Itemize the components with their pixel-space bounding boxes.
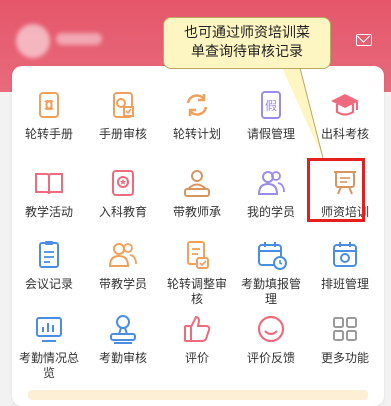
callout-line-2: 单查询待审核记录: [191, 44, 303, 60]
menu-item-label: 教学活动: [24, 205, 73, 219]
menu-item-department-exam[interactable]: 出科考核: [308, 88, 382, 142]
graduation-cap-icon: [331, 94, 359, 116]
svg-text:假: 假: [265, 99, 277, 113]
menu-item-more-functions[interactable]: 更多功能: [308, 312, 382, 366]
menu-item-teaching-activity[interactable]: 教学活动: [12, 166, 86, 220]
meeting-record-icon: [39, 241, 59, 268]
menu-item-shift-schedule[interactable]: 排班管理: [308, 238, 382, 292]
open-book-icon: [35, 173, 63, 195]
callout-line-1: 也可通过师资培训菜: [184, 25, 310, 41]
menu-item-label: 会议记录: [24, 277, 73, 291]
menu-item-attendance-report[interactable]: 考勤填报管理: [234, 238, 308, 307]
menu-item-label: 出科考核: [320, 127, 369, 141]
attendance-report-icon: [258, 242, 287, 270]
menu-item-leave-management[interactable]: 假 请假管理: [234, 88, 308, 142]
menu-item-rotation-manual[interactable]: 轮转手册: [12, 88, 86, 142]
attendance-overview-icon: [36, 317, 62, 342]
menu-item-label: 带教师承: [172, 205, 221, 219]
menu-item-meeting-record[interactable]: 会议记录: [12, 238, 86, 292]
menu-item-label: 排班管理: [320, 277, 369, 291]
menu-item-label: 入科教育: [98, 205, 147, 219]
menu-item-label: 我的学员: [246, 205, 295, 219]
thumbs-up-icon: [184, 315, 211, 342]
menu-item-label: 考勤审核: [98, 351, 147, 365]
department-education-icon: [112, 170, 134, 196]
menu-item-label: 请假管理: [246, 127, 295, 141]
manual-review-icon: [113, 92, 134, 118]
callout-tooltip: 也可通过师资培训菜 单查询待审核记录: [163, 17, 331, 69]
menu-item-label: 轮转计划: [172, 127, 221, 141]
rotation-plan-icon: [186, 94, 208, 116]
user-name-blurred: [56, 33, 102, 45]
avatar[interactable]: [16, 24, 50, 58]
menu-item-evaluation[interactable]: 评价: [160, 312, 234, 366]
menu-item-rotation-adjust-review[interactable]: 轮转调整审核: [160, 238, 234, 307]
rotation-adjust-review-icon: [187, 241, 209, 269]
smile-feedback-icon: [257, 315, 285, 343]
menu-item-label: 更多功能: [320, 351, 369, 365]
menu-item-evaluation-feedback[interactable]: 评价反馈: [234, 312, 308, 366]
teacher-inheritance-icon: [184, 170, 210, 197]
menu-item-label: 手册审核: [98, 127, 147, 141]
menu-item-teacher-inheritance[interactable]: 带教师承: [160, 166, 234, 220]
menu-item-label: 带教学员: [98, 277, 147, 291]
mail-icon[interactable]: [356, 34, 372, 46]
menu-item-label: 评价反馈: [246, 351, 295, 365]
menu-item-rotation-plan[interactable]: 轮转计划: [160, 88, 234, 142]
menu-item-department-education[interactable]: 入科教育: [86, 166, 160, 220]
menu-item-my-students[interactable]: 我的学员: [234, 166, 308, 220]
more-functions-icon: [333, 317, 357, 341]
highlight-box: [307, 158, 365, 222]
menu-item-attendance-review[interactable]: 考勤审核: [86, 312, 160, 366]
menu-item-label: 考勤填报管理: [240, 277, 301, 306]
menu-item-label: 轮转手册: [24, 127, 73, 141]
shift-schedule-icon: [333, 242, 357, 267]
menu-item-label: 考勤情况总览: [18, 351, 79, 380]
my-students-icon: [257, 171, 285, 195]
menu-item-teaching-students[interactable]: 带教学员: [86, 238, 160, 292]
menu-item-label: 轮转调整审核: [166, 277, 227, 306]
menu-item-label: 评价: [184, 351, 209, 365]
attendance-review-icon: [110, 315, 136, 344]
notice-banner[interactable]: [28, 390, 368, 400]
menu-item-manual-review[interactable]: 手册审核: [86, 88, 160, 142]
rotation-manual-icon: [39, 92, 59, 118]
teaching-students-icon: [108, 243, 137, 267]
leave-management-icon: 假: [261, 91, 281, 119]
menu-item-attendance-overview[interactable]: 考勤情况总览: [12, 312, 86, 381]
